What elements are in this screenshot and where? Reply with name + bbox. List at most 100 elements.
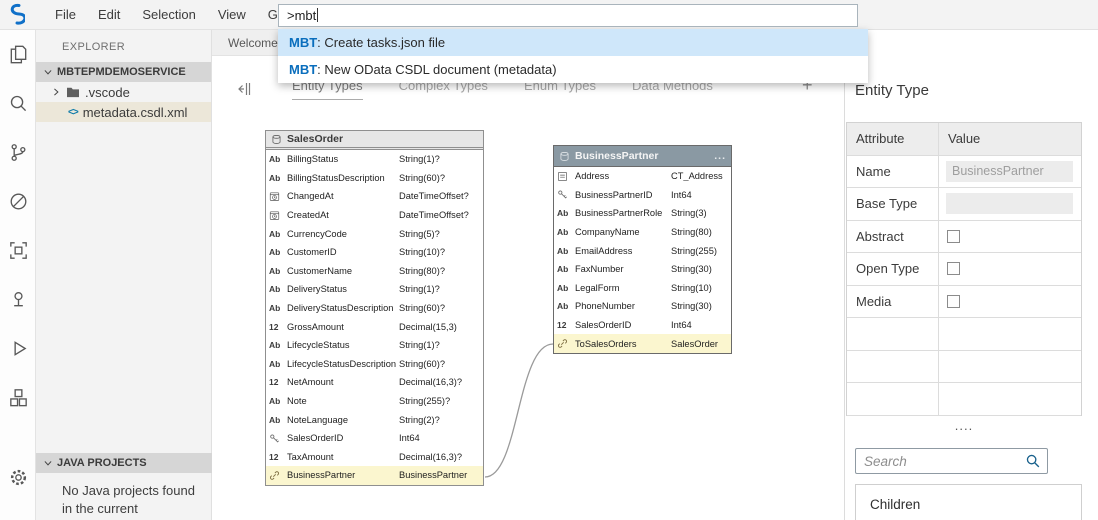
attribute-name: EmailAddress bbox=[575, 245, 633, 256]
attribute-row-salesorderid[interactable]: SalesOrderID Int64 bbox=[266, 429, 483, 448]
abstract-checkbox[interactable] bbox=[947, 229, 960, 243]
attribute-row-deliverystatus[interactable]: Ab DeliveryStatus String(1)? bbox=[266, 280, 483, 299]
source-control-icon[interactable] bbox=[0, 128, 36, 177]
attribute-name: FaxNumber bbox=[575, 264, 624, 275]
attribute-name: CurrencyCode bbox=[287, 228, 347, 239]
port-icon[interactable] bbox=[0, 275, 36, 324]
settings-gear-icon[interactable] bbox=[0, 453, 36, 502]
run-icon[interactable] bbox=[0, 324, 36, 373]
property-label-empty bbox=[847, 350, 939, 383]
menu-selection[interactable]: Selection bbox=[131, 0, 206, 30]
suggestion-text: : Create tasks.json file bbox=[317, 35, 446, 50]
explorer-sidebar: EXPLORER MBTEPMDEMOSERVICE .vscode <> me… bbox=[36, 30, 212, 520]
tree-item-metadata-csdl-xml[interactable]: <> metadata.csdl.xml bbox=[36, 102, 211, 122]
properties-grid: Attribute Value Name BusinessPartner Base … bbox=[846, 122, 1082, 416]
number-type-icon: 12 bbox=[557, 320, 567, 331]
search-icon[interactable] bbox=[1025, 453, 1041, 469]
collapse-panel-icon[interactable] bbox=[234, 80, 252, 98]
attribute-row-netamount[interactable]: 12 NetAmount Decimal(16,3)? bbox=[266, 373, 483, 392]
attribute-type: String(3) bbox=[671, 208, 707, 219]
attribute-row-taxamount[interactable]: 12 TaxAmount Decimal(16,3)? bbox=[266, 448, 483, 467]
attribute-name: BusinessPartnerID bbox=[575, 189, 653, 200]
entity-header[interactable]: SalesOrder bbox=[266, 131, 483, 150]
string-type-icon: Ab bbox=[269, 303, 281, 314]
attribute-row-lifecyclestatusdescription[interactable]: Ab LifecycleStatusDescription String(60)? bbox=[266, 355, 483, 374]
entity-menu-dots[interactable]: ... bbox=[714, 151, 726, 162]
attribute-name: NoteLanguage bbox=[287, 414, 349, 425]
attribute-type: String(1)? bbox=[399, 154, 440, 165]
attribute-row-emailaddress[interactable]: Ab EmailAddress String(255) bbox=[554, 241, 731, 260]
attribute-row-businesspartnerid[interactable]: BusinessPartnerID Int64 bbox=[554, 186, 731, 205]
attribute-row-salesorderid[interactable]: 12 SalesOrderID Int64 bbox=[554, 316, 731, 335]
tree-item-vscode[interactable]: .vscode bbox=[36, 82, 211, 102]
attribute-row-address[interactable]: Address CT_Address bbox=[554, 167, 731, 186]
attribute-row-faxnumber[interactable]: Ab FaxNumber String(30) bbox=[554, 260, 731, 279]
folder-icon bbox=[67, 87, 79, 98]
attribute-row-phonenumber[interactable]: Ab PhoneNumber String(30) bbox=[554, 297, 731, 316]
number-type-icon: 12 bbox=[269, 451, 279, 462]
attribute-row-billingstatus[interactable]: Ab BillingStatus String(1)? bbox=[266, 150, 483, 169]
attribute-row-billingstatusdescription[interactable]: Ab BillingStatusDescription String(60)? bbox=[266, 169, 483, 188]
attribute-name: BillingStatus bbox=[287, 154, 339, 165]
attribute-type: String(30) bbox=[671, 301, 712, 312]
attribute-name: BusinessPartnerRole bbox=[575, 208, 663, 219]
attribute-row-deliverystatusdescription[interactable]: Ab DeliveryStatusDescription String(60)? bbox=[266, 299, 483, 318]
key-type-icon bbox=[557, 189, 575, 200]
circle-slash-icon[interactable] bbox=[0, 177, 36, 226]
attribute-type: String(255) bbox=[671, 245, 717, 256]
application-window: File Edit Selection View Go >mbt MBT: Create… bbox=[0, 0, 1098, 520]
search-input[interactable] bbox=[856, 453, 1025, 469]
attribute-name: ToSalesOrders bbox=[575, 338, 637, 349]
attribute-row-businesspartnerrole[interactable]: Ab BusinessPartnerRole String(3) bbox=[554, 204, 731, 223]
number-type-icon: 12 bbox=[269, 321, 279, 332]
attribute-type: String(60)? bbox=[399, 358, 445, 369]
string-type-icon: Ab bbox=[269, 358, 281, 369]
attribute-row-createdat[interactable]: CreatedAt DateTimeOffset? bbox=[266, 206, 483, 225]
suggestion-keyword: MBT bbox=[289, 62, 318, 77]
search-icon[interactable] bbox=[0, 79, 36, 128]
entity-box-salesorder[interactable]: SalesOrder Ab BillingStatus String(1)? Ab Bi… bbox=[265, 130, 484, 486]
attribute-type: SalesOrder bbox=[671, 338, 719, 349]
menu-file[interactable]: File bbox=[44, 0, 87, 30]
panel-resize-handle[interactable]: .... bbox=[846, 418, 1082, 433]
command-input[interactable]: >mbt bbox=[278, 4, 858, 27]
attribute-row-legalform[interactable]: Ab LegalForm String(10) bbox=[554, 279, 731, 298]
attribute-type: BusinessPartner bbox=[399, 470, 468, 481]
java-projects-section-header[interactable]: JAVA PROJECTS bbox=[36, 453, 212, 473]
attribute-row-customerid[interactable]: Ab CustomerID String(10)? bbox=[266, 243, 483, 262]
menu-view[interactable]: View bbox=[207, 0, 257, 30]
nav-type-icon bbox=[557, 338, 575, 349]
entity-box-businesspartner[interactable]: BusinessPartner ... Address CT_Address Bus… bbox=[553, 145, 732, 354]
attribute-row-note[interactable]: Ab Note String(255)? bbox=[266, 392, 483, 411]
attribute-row-currencycode[interactable]: Ab CurrencyCode String(5)? bbox=[266, 224, 483, 243]
attribute-type: String(1)? bbox=[399, 340, 440, 351]
name-input[interactable]: BusinessPartner bbox=[946, 160, 1073, 182]
workspace-name: MBTEPMDEMOSERVICE bbox=[57, 66, 186, 78]
string-type-icon: Ab bbox=[557, 227, 569, 238]
files-icon[interactable] bbox=[0, 30, 36, 79]
extensions-icon[interactable] bbox=[0, 226, 36, 275]
attribute-row-businesspartner[interactable]: BusinessPartner BusinessPartner bbox=[266, 466, 483, 485]
attribute-type: String(10) bbox=[671, 282, 712, 293]
children-section-title: Children bbox=[870, 497, 921, 512]
attribute-row-tosalesorders[interactable]: ToSalesOrders SalesOrder bbox=[554, 334, 731, 353]
entity-header[interactable]: BusinessPartner ... bbox=[554, 146, 731, 167]
attribute-row-grossamount[interactable]: 12 GrossAmount Decimal(15,3) bbox=[266, 317, 483, 336]
open-type-checkbox[interactable] bbox=[947, 262, 960, 276]
attribute-row-customername[interactable]: Ab CustomerName String(80)? bbox=[266, 262, 483, 281]
media-checkbox[interactable] bbox=[947, 294, 960, 308]
deploy-icon[interactable] bbox=[0, 373, 36, 422]
workspace-section-header[interactable]: MBTEPMDEMOSERVICE bbox=[36, 62, 211, 82]
attribute-row-lifecyclestatus[interactable]: Ab LifecycleStatus String(1)? bbox=[266, 336, 483, 355]
string-type-icon: Ab bbox=[269, 265, 281, 276]
attribute-row-notelanguage[interactable]: Ab NoteLanguage String(2)? bbox=[266, 410, 483, 429]
property-value-empty bbox=[939, 351, 1081, 383]
command-suggestion-create-tasks-json-file[interactable]: MBT: Create tasks.json file bbox=[278, 29, 868, 56]
base-type-input[interactable] bbox=[946, 193, 1073, 215]
command-suggestions: MBT: Create tasks.json file MBT: New ODat… bbox=[278, 29, 868, 83]
menu-edit[interactable]: Edit bbox=[87, 0, 131, 30]
attribute-row-companyname[interactable]: Ab CompanyName String(80) bbox=[554, 223, 731, 242]
command-suggestion-new-odata-csdl-document-metadata[interactable]: MBT: New OData CSDL document (metadata) bbox=[278, 56, 868, 83]
property-label-abstract: Abstract bbox=[847, 220, 939, 253]
attribute-row-changedat[interactable]: ChangedAt DateTimeOffset? bbox=[266, 187, 483, 206]
